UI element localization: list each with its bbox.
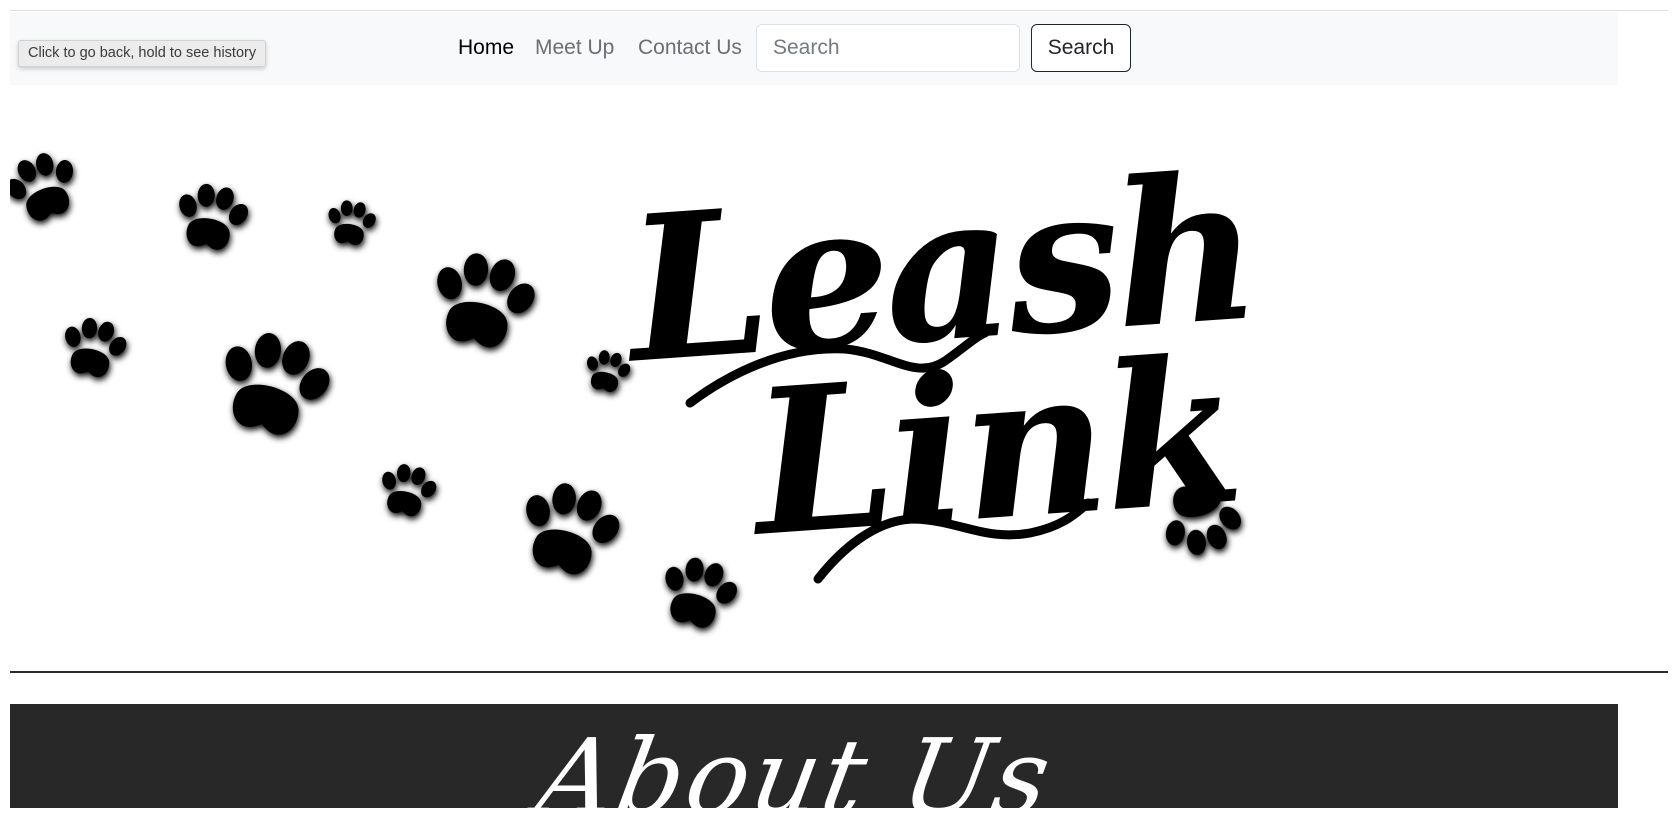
hero-banner: Leash Link	[10, 141, 1260, 661]
search-button[interactable]: Search	[1031, 24, 1131, 72]
window-bottom-edge	[0, 808, 1680, 818]
leash-link-logo: Leash Link	[10, 141, 1260, 636]
logo-lettering: Leash Link	[616, 141, 1260, 584]
about-section: About Us	[10, 704, 1618, 809]
back-button-tooltip: Click to go back, hold to see history	[18, 40, 267, 67]
page-viewport: Home Meet Up Contact Us Search Click to …	[10, 10, 1669, 809]
nav-link-meet-up[interactable]: Meet Up	[535, 35, 614, 61]
section-divider	[10, 671, 1668, 673]
window-edge	[1668, 0, 1680, 818]
nav-link-home[interactable]: Home	[458, 35, 514, 61]
nav-link-contact-us[interactable]: Contact Us	[638, 35, 742, 61]
search-input[interactable]	[756, 24, 1020, 72]
about-title: About Us	[529, 716, 1062, 809]
